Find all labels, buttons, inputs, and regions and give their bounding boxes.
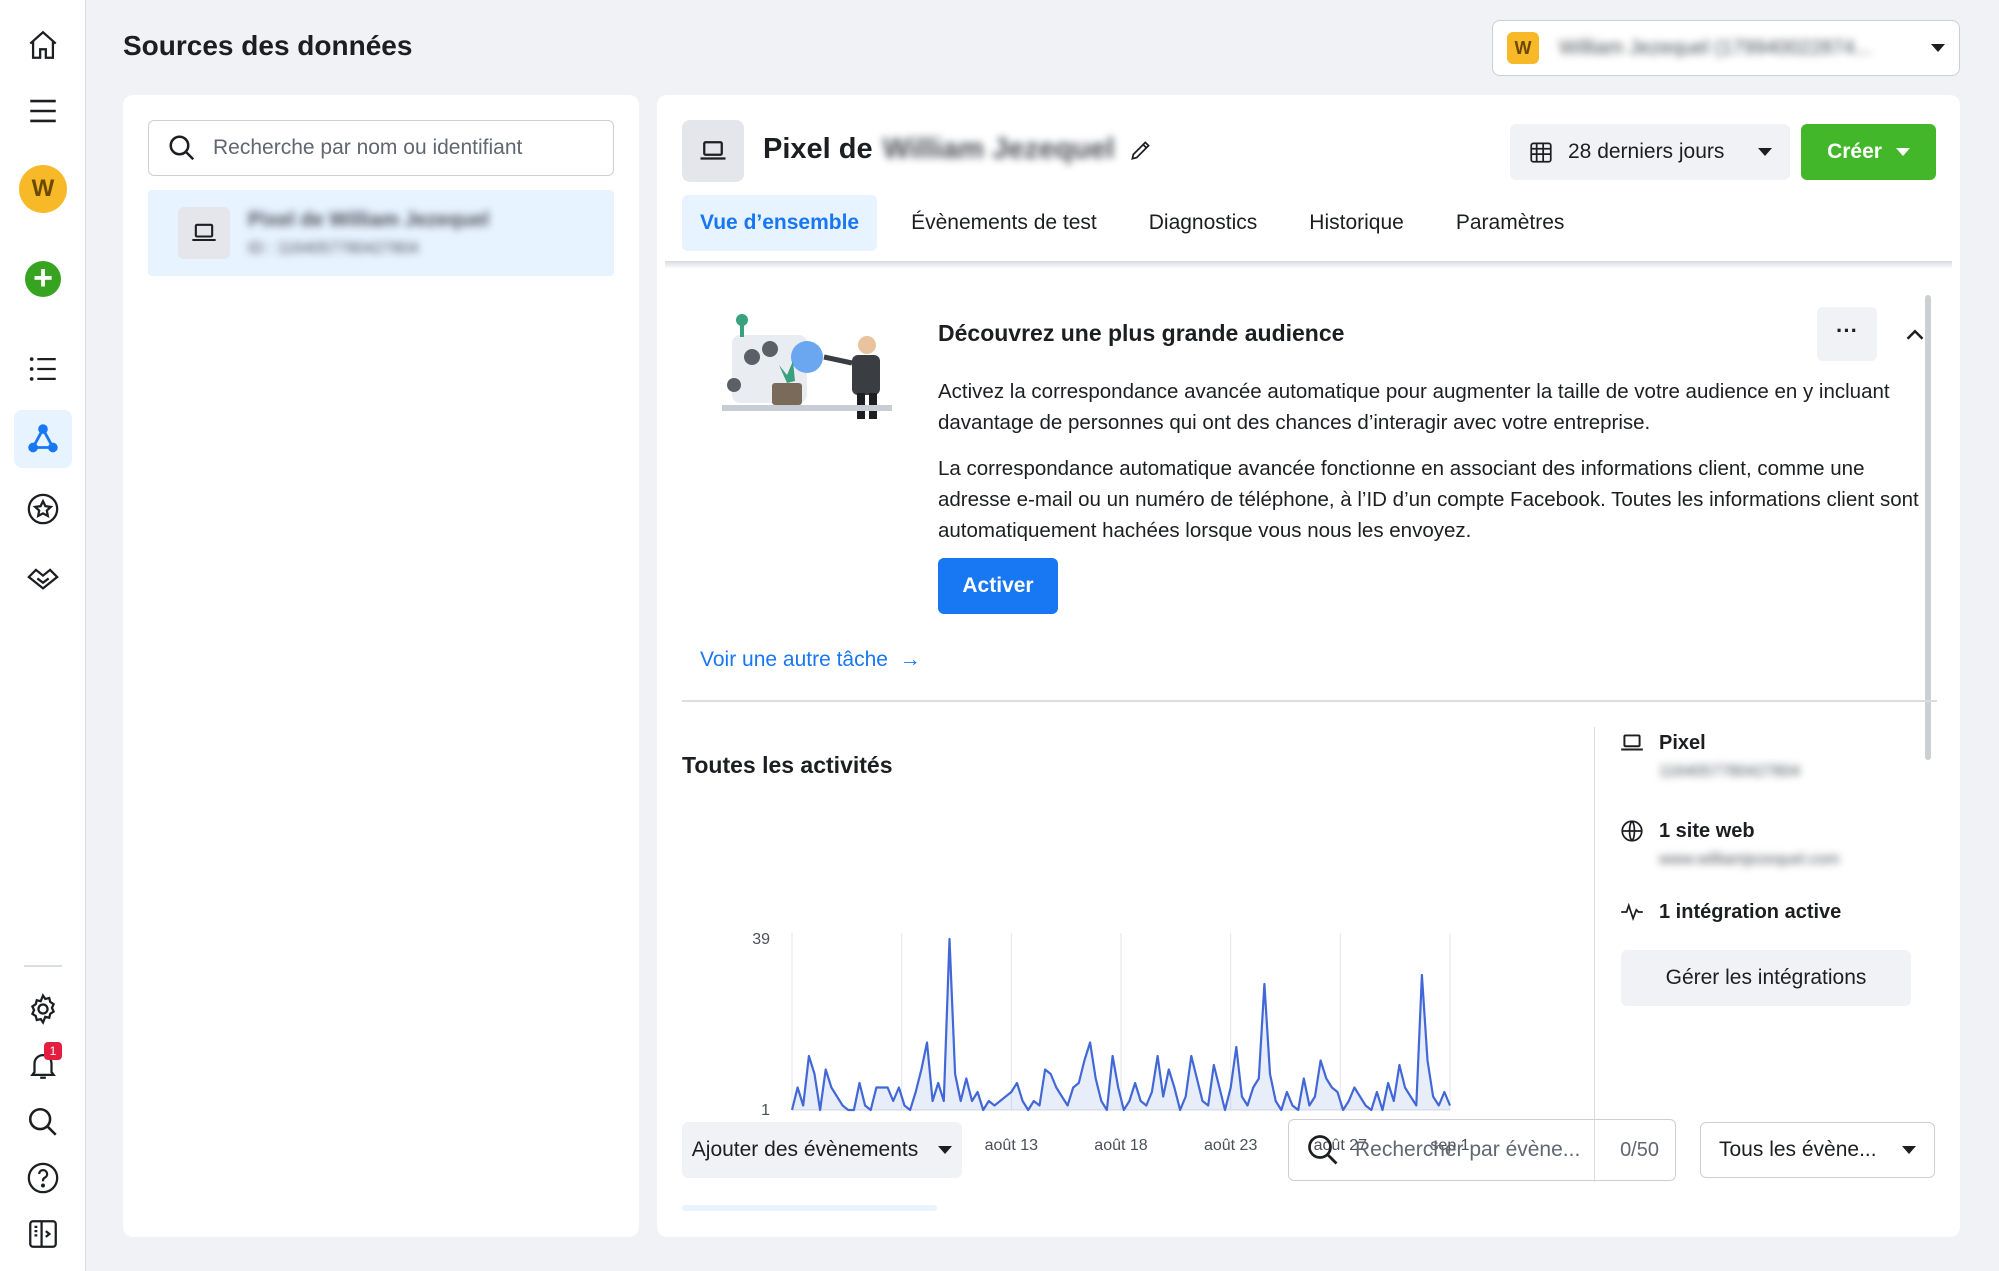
- tab-settings[interactable]: Paramètres: [1438, 195, 1583, 251]
- account-initial: W: [1507, 32, 1539, 64]
- source-id: ID : 1164057780427804: [248, 239, 419, 257]
- search-icon[interactable]: [14, 1093, 72, 1151]
- website-label: 1 site web: [1659, 819, 1755, 842]
- add-events-label: Ajouter des évènements: [691, 1138, 919, 1161]
- chevron-down-icon: [1895, 148, 1910, 156]
- date-range-label: 28 derniers jours: [1568, 140, 1725, 163]
- activity-pulse-icon: [1621, 902, 1643, 922]
- pixel-label: Pixel: [1659, 731, 1706, 754]
- star-icon[interactable]: [14, 480, 72, 538]
- account-name: William Jezequel (179940022874...: [1559, 36, 1872, 59]
- x-tick-label: août 18: [1094, 1137, 1147, 1154]
- integration-label: 1 intégration active: [1659, 900, 1842, 923]
- notifications-icon[interactable]: 1: [14, 1036, 72, 1094]
- activate-button[interactable]: Activer: [938, 558, 1058, 614]
- y-tick-label: 39: [752, 931, 770, 948]
- avatar-initial: W: [19, 165, 67, 213]
- globe-icon: [1621, 820, 1643, 842]
- event-search[interactable]: 0/50: [1288, 1119, 1676, 1181]
- list-icon[interactable]: [14, 340, 72, 398]
- table-tab-indicator: [682, 1205, 937, 1211]
- help-icon[interactable]: [14, 1149, 72, 1207]
- activity-chart: août 4août 9août 13août 18août 23août 27…: [752, 931, 1469, 1154]
- manage-integrations-button[interactable]: Gérer les intégrations: [1621, 950, 1911, 1006]
- laptop-icon: [682, 120, 744, 182]
- pixel-title: Pixel de William Jezequel: [763, 133, 1154, 166]
- sources-list-panel: Pixel de William Jezequel ID : 116405778…: [123, 95, 639, 1237]
- event-filter-label: Tous les évène...: [1719, 1138, 1877, 1161]
- chevron-down-icon: [938, 1146, 953, 1154]
- y-tick-label: 1: [761, 1102, 770, 1119]
- source-list-item[interactable]: Pixel de William Jezequel ID : 116405778…: [148, 190, 614, 276]
- card-title: Découvrez une plus grande audience: [938, 320, 1345, 346]
- source-name: Pixel de William Jezequel: [248, 208, 490, 231]
- audience-illustration: [722, 314, 892, 419]
- chevron-down-icon: [1758, 148, 1772, 156]
- tabs-shadow: [665, 261, 1952, 269]
- pixel-detail-panel: Pixel de William Jezequel 28 derniers jo…: [657, 95, 1960, 1237]
- edit-pencil-icon[interactable]: [1128, 137, 1154, 163]
- tab-history[interactable]: Historique: [1291, 195, 1422, 251]
- page-title: Sources des données: [123, 30, 413, 61]
- pixel-title-name: William Jezequel: [882, 133, 1115, 165]
- other-task-label: Voir une autre tâche: [700, 648, 888, 671]
- section-divider: [682, 700, 1937, 702]
- tab-test-events[interactable]: Évènements de test: [893, 195, 1115, 251]
- event-filter-dropdown[interactable]: Tous les évène...: [1700, 1122, 1935, 1178]
- source-search-input[interactable]: [213, 136, 595, 160]
- x-tick-label: août 23: [1204, 1137, 1257, 1154]
- home-icon[interactable]: [14, 16, 72, 74]
- sidebar-toggle-icon[interactable]: [14, 1205, 72, 1263]
- nav-rail: W + 1: [0, 0, 86, 1271]
- laptop-icon: [178, 207, 230, 259]
- source-search[interactable]: [148, 120, 614, 176]
- notification-badge: 1: [44, 1042, 62, 1060]
- search-icon: [1308, 1135, 1338, 1165]
- activities-title: Toutes les activités: [682, 752, 893, 778]
- pixel-title-prefix: Pixel de: [763, 133, 873, 165]
- pixel-id: 1164057780427804: [1659, 763, 1801, 780]
- create-button[interactable]: Créer: [1801, 124, 1936, 180]
- website-url: www.williamjezequel.com: [1659, 851, 1840, 868]
- settings-icon[interactable]: [14, 980, 72, 1038]
- partnership-icon[interactable]: [14, 548, 72, 606]
- arrow-right-icon: →: [893, 648, 921, 671]
- account-selector[interactable]: W William Jezequel (179940022874...: [1492, 20, 1960, 76]
- menu-icon[interactable]: [14, 82, 72, 140]
- tab-diagnostics[interactable]: Diagnostics: [1131, 195, 1276, 251]
- search-icon: [169, 135, 195, 161]
- tab-overview[interactable]: Vue d’ensemble: [682, 195, 878, 251]
- pixel-info: Pixel: [1619, 730, 1706, 756]
- card-description: Activez la correspondance avancée automa…: [938, 380, 1890, 434]
- calendar-icon: [1530, 142, 1552, 163]
- create-icon[interactable]: +: [14, 250, 72, 308]
- other-task-link[interactable]: Voir une autre tâche →: [700, 648, 921, 672]
- date-range-selector[interactable]: 28 derniers jours: [1510, 124, 1790, 180]
- more-options-button[interactable]: ···: [1817, 307, 1877, 361]
- add-events-button[interactable]: Ajouter des évènements: [682, 1122, 962, 1178]
- rail-divider: [24, 965, 62, 967]
- laptop-icon: [1621, 734, 1643, 751]
- chart-side-divider: [1594, 727, 1595, 1182]
- x-tick-label: août 13: [985, 1137, 1038, 1154]
- card-details: La correspondance automatique avancée fo…: [938, 457, 1919, 542]
- create-button-label: Créer: [1827, 140, 1882, 163]
- card-scrollbar[interactable]: [1925, 295, 1931, 760]
- data-sources-icon[interactable]: [14, 410, 72, 468]
- integration-info: 1 intégration active: [1619, 899, 1841, 925]
- website-info: 1 site web: [1619, 818, 1755, 844]
- chevron-down-icon: [1902, 1146, 1916, 1154]
- event-search-input[interactable]: [1355, 1138, 1595, 1162]
- event-search-count: 0/50: [1620, 1138, 1659, 1161]
- account-avatar[interactable]: W: [14, 160, 72, 218]
- pixel-tabs: Vue d’ensemble Évènements de test Diagno…: [682, 195, 1598, 251]
- chevron-down-icon: [1931, 44, 1945, 52]
